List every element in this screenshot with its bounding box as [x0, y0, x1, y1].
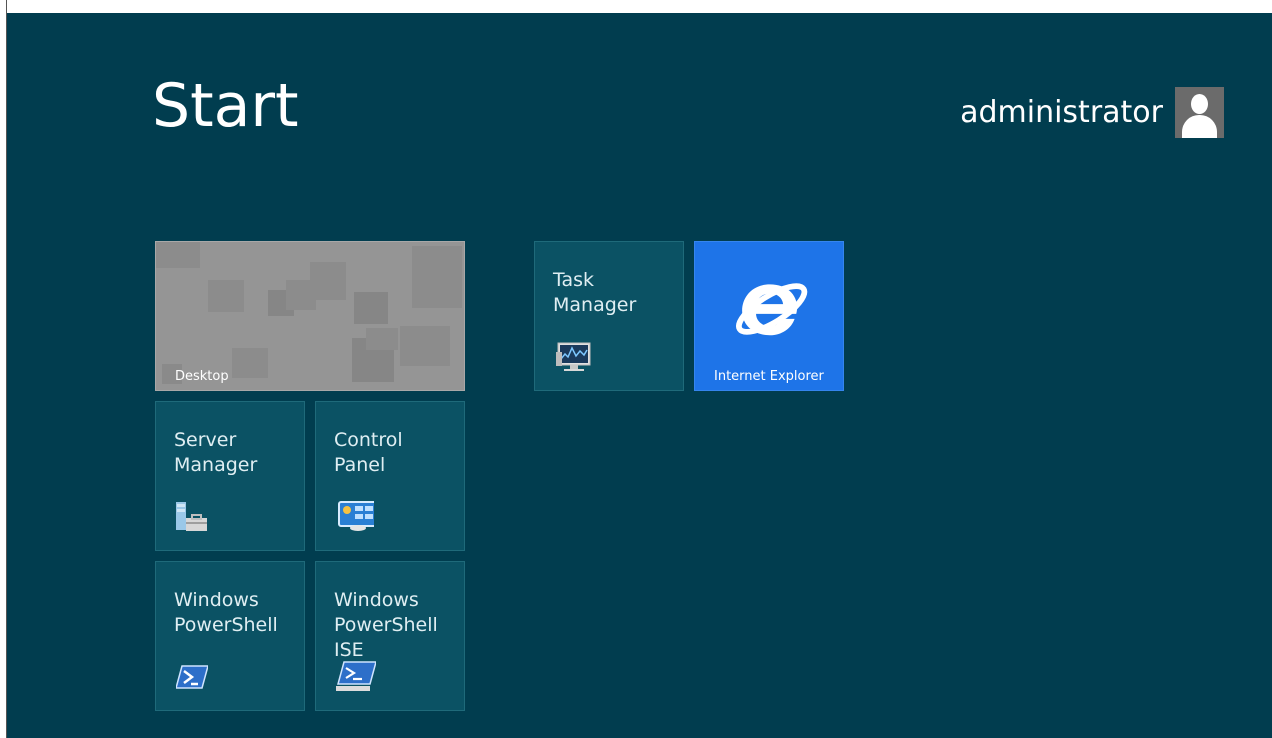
control-panel-icon	[338, 501, 374, 531]
window-frame-edge	[0, 0, 7, 738]
start-screen: Start administrator Desktop Server Manag…	[7, 13, 1272, 738]
server-manager-icon	[176, 502, 207, 531]
tile-internet-explorer[interactable]: Internet Explorer	[694, 241, 844, 391]
tile-control-panel[interactable]: Control Panel	[315, 401, 465, 551]
tile-control-panel-label: Control Panel	[334, 429, 403, 476]
tile-desktop-label: Desktop	[175, 369, 229, 384]
tile-windows-powershell-ise[interactable]: Windows PowerShell ISE	[315, 561, 465, 711]
tile-server-manager[interactable]: Server Manager	[155, 401, 305, 551]
tile-windows-powershell[interactable]: Windows PowerShell	[155, 561, 305, 711]
internet-explorer-icon	[736, 283, 808, 336]
user-name: administrator	[960, 94, 1163, 130]
powershell-icon	[176, 665, 208, 689]
start-title: Start	[152, 71, 299, 141]
tile-task-manager[interactable]: Task Manager	[534, 241, 684, 391]
tile-windows-powershell-ise-label: Windows PowerShell ISE	[334, 589, 438, 661]
powershell-ise-icon	[336, 661, 376, 691]
tile-internet-explorer-label: Internet Explorer	[714, 369, 824, 384]
tile-windows-powershell-label: Windows PowerShell	[174, 589, 278, 636]
user-account[interactable]: administrator	[960, 86, 1224, 138]
tile-task-manager-label: Task Manager	[553, 269, 637, 316]
task-manager-icon	[556, 342, 591, 371]
tile-server-manager-label: Server Manager	[174, 429, 258, 476]
tile-desktop[interactable]: Desktop	[155, 241, 465, 391]
user-avatar-icon[interactable]	[1175, 86, 1224, 138]
